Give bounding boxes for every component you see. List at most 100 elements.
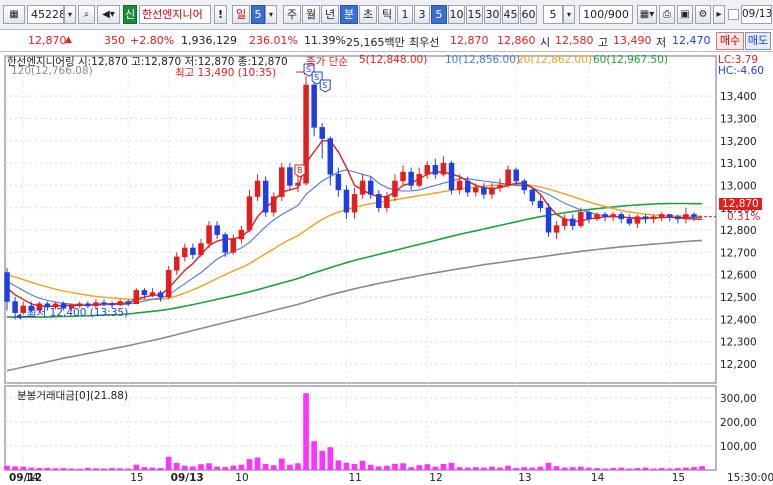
ask-price: 12,870: [450, 34, 489, 47]
sell-button[interactable]: 매도: [745, 32, 771, 50]
volume-bar: [93, 468, 99, 470]
print-icon[interactable]: ⎙: [659, 5, 675, 24]
stock-code-dropdown[interactable]: ▾: [64, 5, 76, 24]
volume-bar: [456, 467, 463, 470]
save-icon[interactable]: ▣: [677, 5, 693, 24]
min-price-annotation: 최저 12,400 (13:35): [27, 307, 129, 319]
search-icon[interactable]: ⌕: [78, 5, 95, 24]
menu-grid-icon[interactable]: ▦: [3, 5, 25, 24]
current-rate-tag: 0.31%: [727, 211, 761, 223]
period-tick-button[interactable]: 틱: [378, 5, 396, 24]
candle-body: [537, 200, 544, 209]
period-week-button[interactable]: 주: [283, 5, 301, 24]
volume-bar: [481, 467, 487, 470]
gear-icon[interactable]: ⚙: [695, 5, 711, 24]
price-tick-label: 13,100: [720, 158, 757, 170]
period-day-button[interactable]: 일: [232, 5, 250, 24]
expand-icon[interactable]: ▸: [713, 5, 725, 24]
date-checkbox[interactable]: [728, 9, 739, 20]
volume-bar: [529, 467, 536, 470]
volume-ratio: 236.01%: [249, 34, 298, 47]
alert-button[interactable]: !: [214, 5, 227, 24]
volume-bar: [489, 466, 495, 470]
change-arrow: ▲: [65, 35, 72, 45]
buy-button[interactable]: 매수: [716, 32, 744, 50]
candle-body: [230, 238, 237, 253]
minute-45-button[interactable]: 45: [502, 5, 519, 24]
volume-bar: [561, 467, 568, 470]
interval-dropdown[interactable]: ▾: [563, 5, 575, 24]
volume-bar: [173, 462, 180, 470]
chart-area[interactable]: 13,40013,30013,20013,10013,00012,90012,8…: [0, 52, 773, 485]
candle-body: [424, 165, 431, 175]
price-tick-label: 13,200: [720, 136, 757, 148]
stock-name-field[interactable]: 한선엔지니어: [139, 5, 211, 24]
candle-body: [497, 185, 503, 188]
candle-body: [287, 167, 293, 186]
ma120-legend: 120(12,766.08): [11, 65, 93, 77]
volume-bar: [545, 462, 552, 470]
period-month-button[interactable]: 월: [302, 5, 320, 24]
candle-body: [618, 214, 625, 220]
candle-body: [666, 214, 673, 217]
candle-body: [561, 218, 568, 226]
volume-bar: [319, 450, 326, 470]
candle-body: [594, 214, 600, 220]
candle-body: [658, 214, 665, 217]
volume-bar: [181, 465, 188, 470]
buy-signal-label: B: [297, 166, 303, 175]
volume-bar: [20, 466, 26, 470]
period-count-dropdown[interactable]: ▾: [265, 5, 277, 24]
minute-15-button[interactable]: 15: [466, 5, 483, 24]
volume-bar: [400, 463, 406, 470]
volume-bar: [109, 468, 115, 470]
candle-body: [513, 169, 519, 182]
period-second-button[interactable]: 초: [359, 5, 377, 24]
turnover-rate: 11.39%: [304, 34, 346, 47]
stock-code-input[interactable]: 452280: [27, 5, 64, 24]
speaker-icon[interactable]: ◀▾: [97, 5, 120, 24]
period-year-button[interactable]: 년: [321, 5, 339, 24]
candle-body: [327, 138, 334, 175]
view-count-field[interactable]: 100/900: [579, 5, 633, 24]
minute-3-button[interactable]: 3: [414, 5, 430, 24]
ma60-legend: 60(12,967.50): [593, 54, 668, 66]
interval-input[interactable]: 5: [543, 5, 563, 24]
minute-1-button[interactable]: 1: [397, 5, 413, 24]
candle-body: [464, 180, 471, 193]
volume-bar: [198, 464, 204, 470]
volume-bar: [472, 467, 479, 470]
high-price: 13,490: [613, 34, 652, 47]
candle-body: [182, 247, 188, 258]
minute-5-button[interactable]: 5: [431, 5, 447, 24]
volume-bar: [141, 467, 148, 470]
candle-body: [683, 214, 689, 220]
current-price-tag: 12,870: [719, 198, 762, 210]
volume-bar: [278, 458, 285, 470]
candle-body: [626, 218, 633, 224]
volume-bar: [60, 468, 67, 470]
time-axis-label: 13: [518, 472, 531, 484]
open-label: 시: [540, 36, 551, 49]
period-minute-button[interactable]: 분: [340, 5, 358, 24]
minute-30-button[interactable]: 30: [484, 5, 501, 24]
minute-60-button[interactable]: 60: [520, 5, 537, 24]
candle-body: [529, 189, 536, 202]
indicator-icon[interactable]: ▦▾: [637, 5, 657, 24]
period-count-field[interactable]: 5: [251, 5, 265, 24]
volume-bar: [52, 468, 59, 470]
volume-bar: [206, 463, 212, 470]
candle-body: [190, 247, 196, 255]
candle-body: [505, 169, 511, 186]
volume-bar: [521, 467, 528, 470]
minute-10-button[interactable]: 10: [448, 5, 465, 24]
volume-bar: [594, 468, 600, 470]
candle-body: [125, 301, 131, 305]
volume-bar: [335, 460, 342, 470]
candle-body: [416, 174, 422, 186]
price-chart[interactable]: 13,40013,30013,20013,10013,00012,90012,8…: [0, 52, 773, 485]
candle-body: [149, 292, 156, 296]
price-tick-label: 13,400: [720, 91, 757, 103]
price-tick-label: 13,000: [720, 180, 757, 192]
date-field[interactable]: 09/13: [741, 5, 772, 24]
